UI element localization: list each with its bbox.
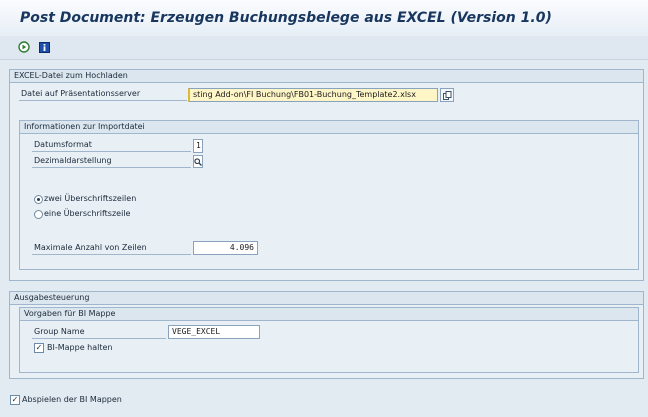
max-rows-label: Maximale Anzahl von Zeilen <box>32 242 191 255</box>
execute-icon[interactable] <box>18 41 30 53</box>
radio-two-label: zwei Überschriftszeilen <box>44 194 137 203</box>
import-info-header: Informationen zur Importdatei <box>20 121 638 134</box>
date-format-label: Datumsformat <box>32 139 191 152</box>
play-bi-checkbox[interactable]: ✓ <box>10 395 20 405</box>
bi-defaults-group: Vorgaben für BI Mappe <box>19 307 639 373</box>
max-rows-field[interactable]: 4.096 <box>193 241 258 255</box>
date-format-field[interactable]: 1 <box>193 139 203 153</box>
radio-one-label: eine Überschriftszeile <box>44 209 131 218</box>
radio-one-header-row[interactable] <box>34 210 43 219</box>
application-toolbar <box>0 36 648 60</box>
window-title: Post Document: Erzeugen Buchungsbelege a… <box>20 10 552 26</box>
bi-defaults-header: Vorgaben für BI Mappe <box>20 308 638 321</box>
upload-group-header: EXCEL-Datei zum Hochladen <box>10 70 643 83</box>
file-label: Datei auf Präsentationsserver <box>19 88 187 101</box>
decimal-search-help[interactable] <box>193 155 203 168</box>
file-path-field[interactable]: sting Add-on\FI Buchung\FB01-Buchung_Tem… <box>188 88 438 102</box>
information-icon[interactable] <box>38 41 50 53</box>
radio-two-header-rows[interactable] <box>34 195 43 204</box>
keep-bi-label: BI-Mappe halten <box>47 343 113 352</box>
file-browse-button[interactable] <box>440 88 454 102</box>
keep-bi-checkbox[interactable]: ✓ <box>34 343 44 353</box>
group-name-label: Group Name <box>32 326 166 339</box>
group-name-field[interactable]: VEGE_EXCEL <box>168 325 260 339</box>
play-bi-label: Abspielen der BI Mappen <box>22 395 122 404</box>
decimal-label: Dezimaldarstellung <box>32 155 191 168</box>
copy-icon <box>442 90 451 100</box>
output-group-header: Ausgabesteuerung <box>10 292 643 305</box>
search-icon <box>194 157 202 166</box>
